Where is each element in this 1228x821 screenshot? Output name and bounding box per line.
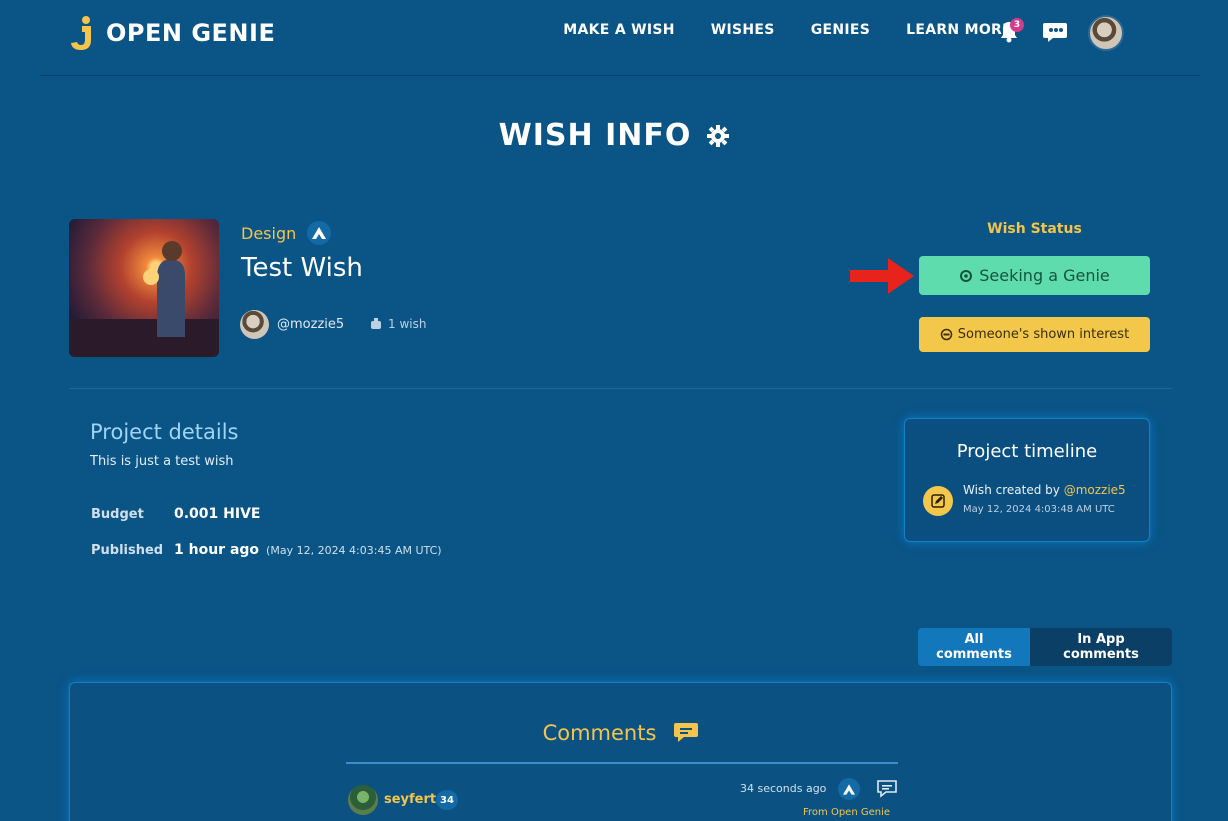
gear-icon	[960, 269, 973, 282]
hive-icon	[307, 221, 331, 245]
nav-genies[interactable]: GENIES	[811, 22, 870, 38]
wish-title: Test Wish	[241, 253, 363, 283]
status-text: Seeking a Genie	[979, 266, 1110, 285]
comment-time: 34 seconds ago	[740, 782, 827, 795]
wish-image	[69, 219, 219, 357]
timeline-event: Wish created by @mozzie5	[963, 483, 1126, 497]
wish-status-label: Wish Status	[987, 221, 1082, 237]
budget-value: 0.001 HIVE	[174, 506, 261, 522]
interest-button[interactable]: Someone's shown interest	[919, 317, 1150, 352]
budget-row: Budget 0.001 HIVE	[91, 506, 260, 522]
section-divider	[69, 388, 1172, 389]
genie-logo-icon	[71, 16, 91, 50]
lamp-icon	[940, 328, 953, 341]
wish-count-label: 1 wish	[388, 317, 427, 331]
comment-icon	[674, 723, 699, 742]
lamp-icon	[371, 318, 381, 329]
published-exact: (May 12, 2024 4:03:45 AM UTC)	[266, 544, 442, 557]
tab-in-app-comments[interactable]: In App comments	[1030, 628, 1172, 666]
timeline-event-text: Wish created by	[963, 483, 1060, 497]
comments-heading: Comments	[542, 721, 657, 745]
timeline-heading: Project timeline	[956, 441, 1098, 462]
budget-label: Budget	[91, 507, 144, 522]
hive-icon	[838, 778, 860, 800]
timeline-event-date: May 12, 2024 4:03:48 AM UTC	[963, 504, 1115, 515]
user-avatar[interactable]	[1088, 15, 1124, 51]
edit-icon	[923, 486, 953, 516]
main-nav: MAKE A WISH WISHES GENIES LEARN MORE	[563, 22, 1012, 38]
wish-count: 1 wish	[370, 317, 426, 331]
nav-make-a-wish[interactable]: MAKE A WISH	[563, 22, 675, 38]
project-details-heading: Project details	[90, 420, 239, 444]
notification-badge: 3	[1010, 18, 1024, 32]
comment-avatar[interactable]	[348, 785, 378, 815]
comment-user[interactable]: seyfert	[384, 792, 436, 807]
published-label: Published	[91, 543, 164, 558]
brand-name: OPEN GENIE	[106, 19, 276, 47]
nav-wishes[interactable]: WISHES	[711, 22, 775, 38]
red-arrow-annotation	[850, 258, 914, 294]
comment-source: From Open Genie	[803, 807, 891, 818]
top-header: OPEN GENIE MAKE A WISH WISHES GENIES LEA…	[40, 0, 1200, 76]
comments-heading-row: Comments	[70, 721, 1171, 745]
timeline-event-user[interactable]: @mozzie5	[1064, 483, 1126, 497]
published-value: 1 hour ago	[174, 542, 260, 558]
page-title: WISH INFO	[498, 118, 692, 153]
status-seeking-genie-button[interactable]: Seeking a Genie	[919, 256, 1150, 295]
interest-text: Someone's shown interest	[957, 327, 1130, 342]
comments-divider	[346, 762, 898, 764]
published-row: Published 1 hour ago (May 12, 2024 4:03:…	[91, 542, 442, 558]
brand-logo[interactable]: OPEN GENIE	[68, 14, 275, 52]
comment-reputation-badge: 34	[436, 790, 458, 810]
nav-learn-more[interactable]: LEARN MORE	[906, 22, 1012, 38]
author-name[interactable]: @mozzie5	[277, 317, 344, 332]
wish-category[interactable]: Design	[241, 224, 296, 243]
gear-icon[interactable]	[707, 124, 730, 147]
project-timeline: Project timeline Wish created by @mozzie…	[904, 418, 1150, 542]
comments-tabs: All comments In App comments	[918, 628, 1172, 666]
reply-icon[interactable]	[876, 779, 898, 799]
messages-icon[interactable]	[1042, 20, 1068, 44]
page-title-row: WISH INFO	[0, 118, 1228, 153]
project-description: This is just a test wish	[90, 454, 234, 469]
tab-all-comments[interactable]: All comments	[918, 628, 1030, 666]
author-avatar[interactable]	[240, 310, 269, 339]
comments-panel: Comments seyfert 34 34 seconds ago From …	[69, 682, 1172, 821]
